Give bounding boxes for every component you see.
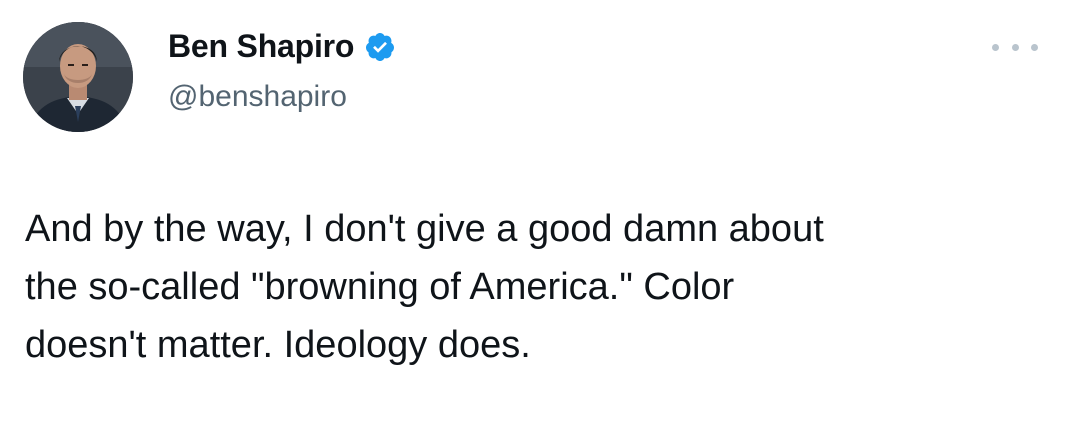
more-dot [1011,43,1019,51]
avatar[interactable] [23,22,133,132]
profile-photo [23,22,133,132]
tweet-text: And by the way, I don't give a good damn… [25,200,1035,374]
tweet-text-line: doesn't matter. Ideology does. [25,324,531,366]
author-display-name[interactable]: Ben Shapiro [168,28,354,65]
tweet-text-line: And by the way, I don't give a good damn… [25,208,824,250]
verified-badge-icon [366,32,395,61]
author-handle[interactable]: @benshapiro [168,80,347,114]
author-name-row: Ben Shapiro [168,28,396,65]
tweet-card: Ben Shapiro @benshapiro And by the way, … [0,0,1065,428]
tweet-text-line: the so-called "browning of America." Col… [25,266,735,308]
more-options-icon[interactable] [992,40,1038,54]
more-dot [1031,43,1038,51]
more-dot [992,43,999,51]
